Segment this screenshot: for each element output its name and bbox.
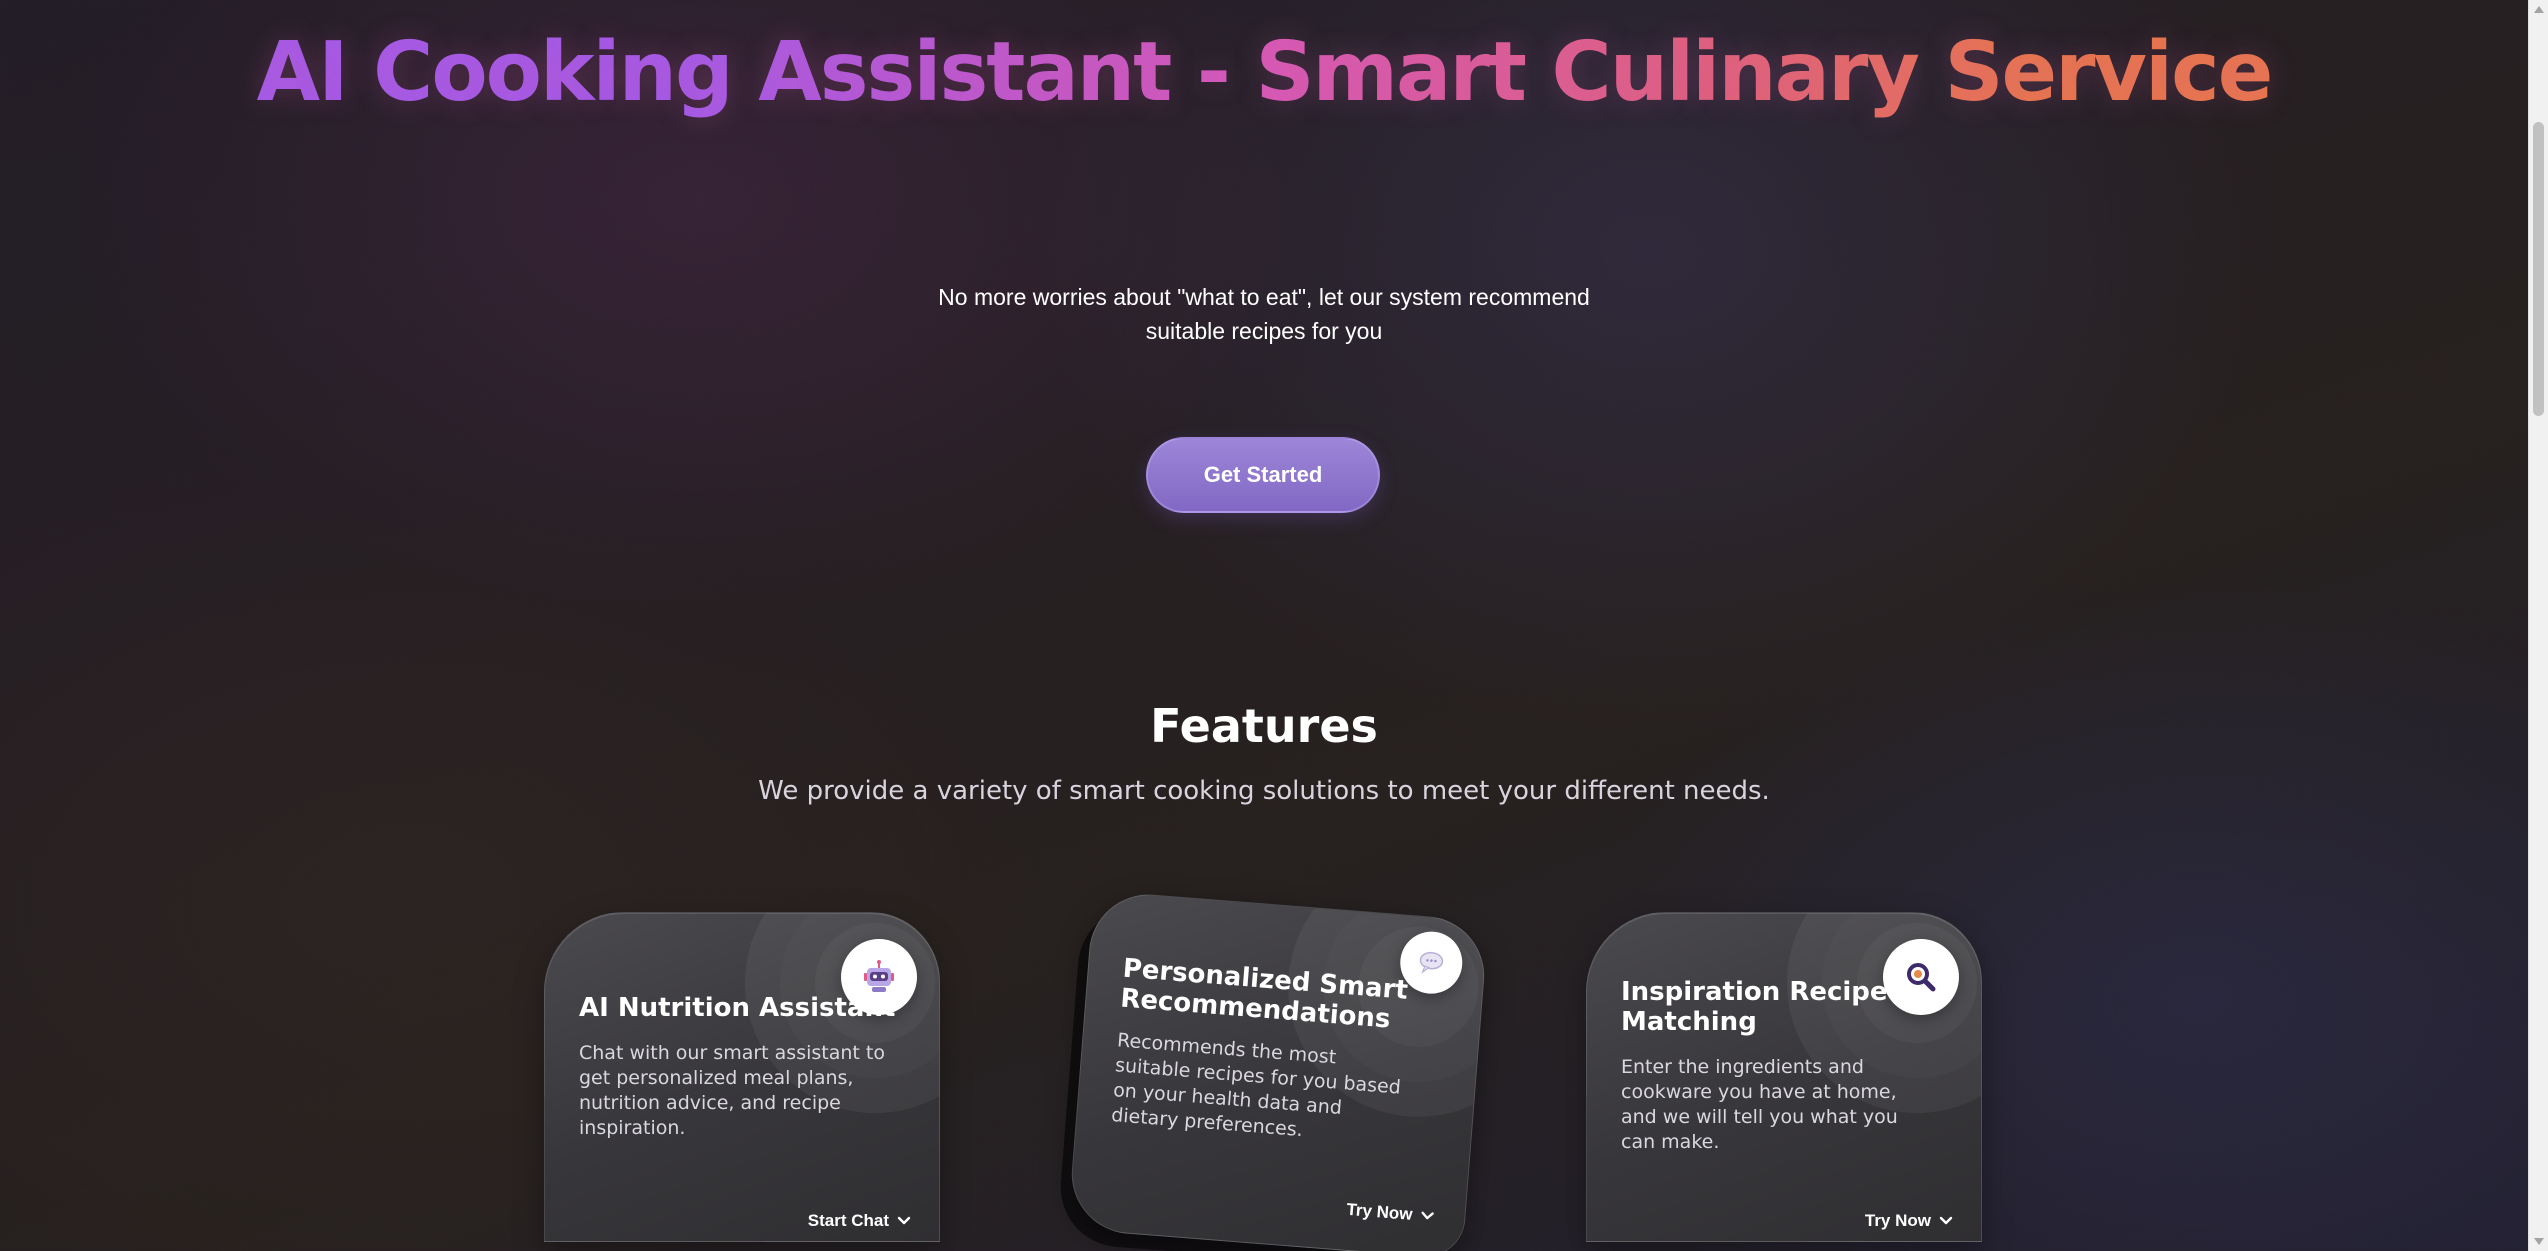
- card-description: Chat with our smart assistant to get per…: [579, 1042, 885, 1139]
- feature-card-inspiration-recipe-matching[interactable]: Inspiration Recipe Matching Enter the in…: [1586, 912, 1982, 1242]
- card-action-label: Start Chat: [807, 1211, 889, 1230]
- chevron-down-icon: [897, 1216, 911, 1225]
- scroll-up-arrow-icon[interactable]: [2534, 6, 2544, 13]
- card-action-label: Try Now: [1864, 1211, 1931, 1230]
- features-subtitle: We provide a variety of smart cooking so…: [758, 776, 1770, 806]
- card-title: Inspiration Recipe Matching: [1621, 977, 1888, 1037]
- card-title: AI Nutrition Assistant: [579, 993, 896, 1023]
- feature-card-personalized-recommendations[interactable]: Personalized Smart Recommendations Recom…: [1067, 889, 1489, 1251]
- start-chat-button[interactable]: Start Chat: [808, 1211, 911, 1231]
- scroll-down-arrow-icon[interactable]: [2534, 1238, 2544, 1245]
- vertical-scrollbar[interactable]: [2528, 0, 2548, 1251]
- get-started-button[interactable]: Get Started: [1146, 437, 1380, 513]
- chevron-down-icon: [1421, 1211, 1434, 1220]
- feature-card-ai-nutrition-assistant[interactable]: AI Nutrition Assistant Chat with our sma…: [544, 912, 940, 1242]
- try-now-button[interactable]: Try Now: [1346, 1200, 1435, 1227]
- chevron-down-icon: [1939, 1216, 1953, 1225]
- hero-title: AI Cooking Assistant - Smart Culinary Se…: [0, 26, 2528, 119]
- try-now-button[interactable]: Try Now: [1865, 1211, 1953, 1231]
- card-action-label: Try Now: [1345, 1199, 1414, 1224]
- features-title: Features: [1150, 699, 1378, 753]
- card-title: Personalized Smart Recommendations: [1119, 953, 1409, 1035]
- scrollbar-thumb[interactable]: [2533, 122, 2544, 416]
- card-description: Enter the ingredients and cookware you h…: [1621, 1056, 1898, 1153]
- card-description: Recommends the most suitable recipes for…: [1110, 1029, 1402, 1142]
- hero-subtitle: No more worries about "what to eat", let…: [938, 284, 1590, 344]
